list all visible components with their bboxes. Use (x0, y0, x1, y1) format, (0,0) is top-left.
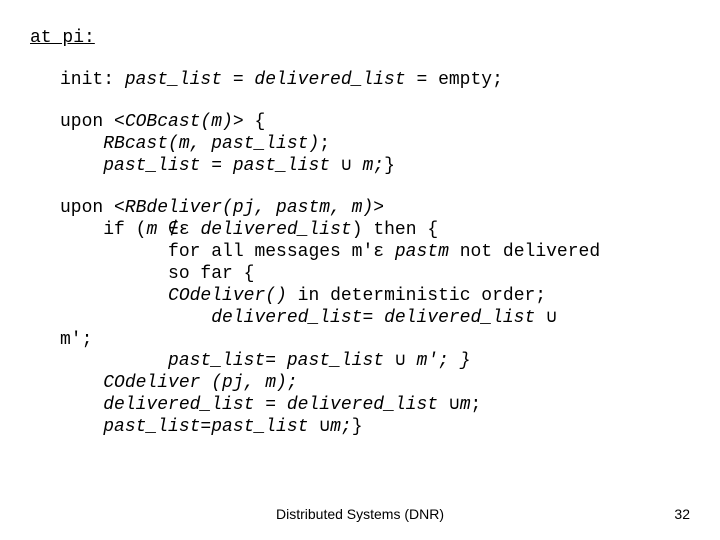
upon2-for2: so far { (168, 264, 254, 284)
upon2-pl-b: m'; } (406, 351, 471, 371)
slide-title: at pi: (30, 28, 700, 48)
upon1-line2b: m; (352, 156, 384, 176)
in-symbol: ε (373, 242, 384, 262)
upon2-pl2-c: } (352, 417, 363, 437)
upon2-dl-a: delivered_list= delivered_list (211, 308, 546, 328)
upon2-prefix: upon < (60, 198, 125, 218)
cup-symbol: ∪ (341, 156, 352, 176)
upon2-if-d: ) then { (352, 220, 438, 240)
upon-cobcast-block: upon <COBcast(m)> { RBcast(m, past_list)… (60, 112, 700, 178)
upon2-codeliver: COdeliver (pj, m); (103, 373, 297, 393)
upon-rbdeliver-block: upon <RBdeliver(pj, pastm, m)> if (m ∉ε … (60, 198, 700, 439)
upon2-if-b: m (146, 220, 168, 240)
upon1-prefix: upon < (60, 112, 125, 132)
upon2-call: RBdeliver(pj, pastm, m) (125, 198, 373, 218)
notin-symbol: ∉ε (168, 220, 190, 240)
init-expr: past_list = delivered_list (125, 70, 406, 90)
cup-symbol-5: ∪ (319, 417, 330, 437)
init-label: init: (60, 70, 125, 90)
upon2-dl2-b: m (460, 395, 471, 415)
upon2-for-b: pastm (384, 242, 460, 262)
slide: at pi: init: past_list = delivered_list … (0, 0, 720, 540)
cup-symbol-3: ∪ (395, 351, 406, 371)
init-block: init: past_list = delivered_list = empty… (60, 70, 700, 92)
upon2-co-tail: in deterministic order; (287, 286, 546, 306)
upon2-pl2-b: m; (330, 417, 352, 437)
upon2-for-c: not delivered (460, 242, 600, 262)
footer-center: Distributed Systems (DNR) (0, 506, 720, 522)
title-text: at pi (30, 28, 84, 48)
upon1-line1: RBcast(m, past_list) (103, 134, 319, 154)
upon2-for-a: for all messages m' (168, 242, 373, 262)
page-number: 32 (674, 506, 690, 522)
upon1-suffix: > { (233, 112, 265, 132)
upon2-dl2-c: ; (471, 395, 482, 415)
cup-symbol-4: ∪ (449, 395, 460, 415)
upon1-line2a: past_list = past_list (103, 156, 341, 176)
upon2-co: COdeliver() (168, 286, 287, 306)
init-tail: = empty; (406, 70, 503, 90)
upon2-mprime: m'; (60, 330, 92, 350)
upon1-call: COBcast(m) (125, 112, 233, 132)
upon2-dl2-a: delivered_list = delivered_list (103, 395, 449, 415)
upon2-if-c: delivered_list (190, 220, 352, 240)
cup-symbol-2: ∪ (546, 308, 557, 328)
upon2-suffix: > (373, 198, 384, 218)
upon2-if-a: if ( (103, 220, 146, 240)
upon1-close: } (384, 156, 395, 176)
upon2-pl2-a: past_list=past_list (103, 417, 319, 437)
upon2-pl-a: past_list= past_list (168, 351, 395, 371)
upon1-line1-tail: ; (319, 134, 330, 154)
